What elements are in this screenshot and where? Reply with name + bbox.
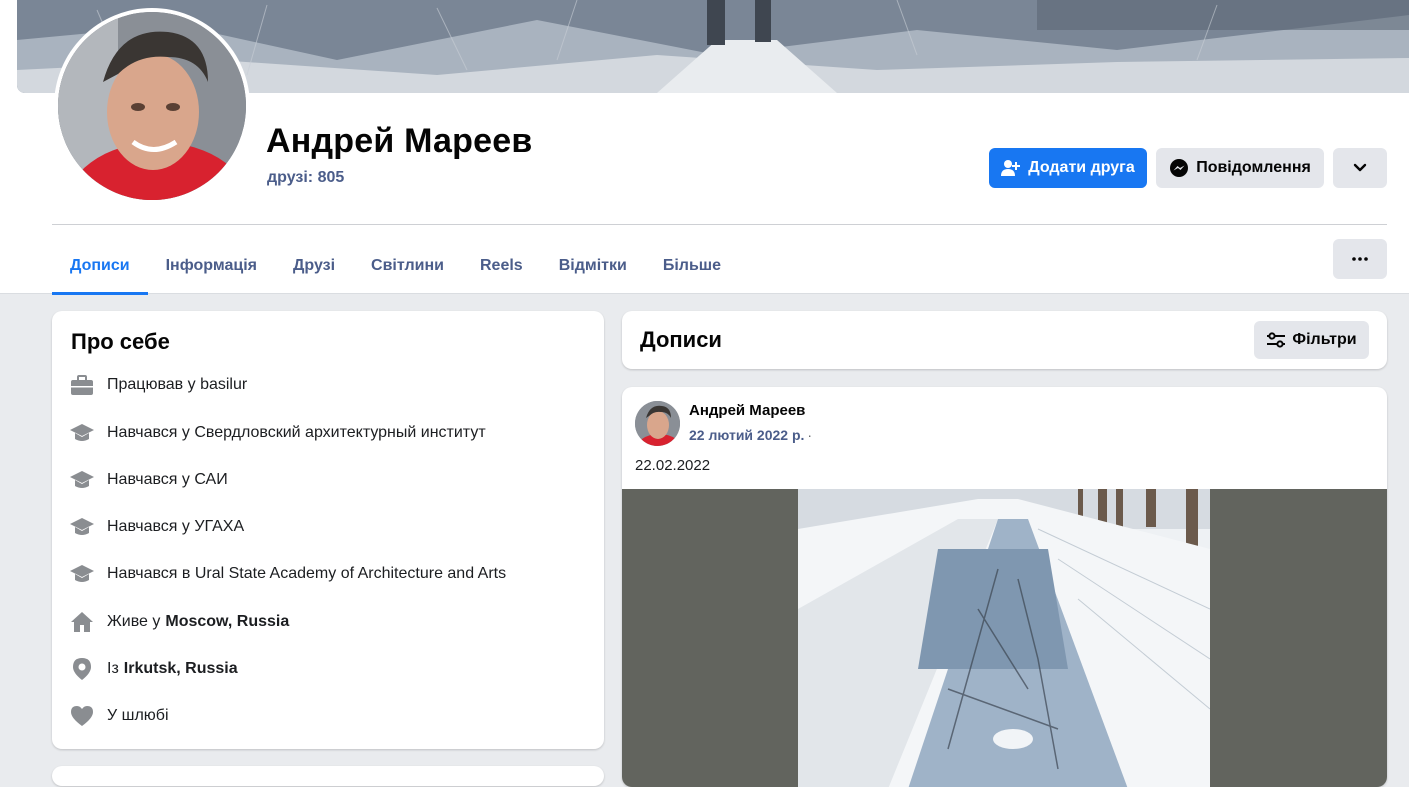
about-item-link[interactable]: Irkutsk, Russia: [124, 660, 238, 678]
next-card: [52, 766, 604, 786]
posts-title: Дописи: [640, 327, 722, 352]
about-item-text: Навчався у УГАХА: [107, 518, 245, 535]
graduation-cap-icon: [68, 560, 96, 588]
tab-photos[interactable]: Світлини: [353, 238, 462, 294]
tab-about[interactable]: Інформація: [148, 238, 275, 294]
tab-reels[interactable]: Reels: [462, 238, 541, 294]
about-item-education: Навчався в Ural State Academy of Archite…: [68, 560, 506, 588]
about-item-text: Навчався в Ural State Academy of Archite…: [107, 565, 507, 582]
about-item-text: Працював у basilur: [107, 376, 248, 393]
about-title: Про себе: [71, 329, 170, 354]
about-item-text: Живе у: [107, 613, 161, 630]
post-text: 22.02.2022: [635, 457, 711, 474]
message-label: Повідомлення: [1196, 159, 1311, 176]
profile-options-dropdown[interactable]: [1333, 148, 1387, 188]
about-card: Про себе Працював у basilur Навчався у С…: [52, 311, 604, 749]
graduation-cap-icon: [68, 513, 96, 541]
graduation-cap-icon: [68, 466, 96, 494]
about-item-education: Навчався у УГАХА: [68, 513, 244, 541]
friends-count-link[interactable]: друзі: 805: [267, 169, 344, 187]
home-icon: [68, 608, 96, 636]
chevron-down-icon: [1353, 163, 1367, 172]
profile-name: Андрей Мареев: [266, 122, 533, 160]
post-date-separator: ·: [807, 427, 813, 443]
about-item-text: Навчався у Свердловский архитектурный ин…: [107, 424, 486, 441]
filter-sliders-icon: [1267, 332, 1286, 348]
briefcase-icon: [68, 371, 96, 399]
about-item-education: Навчався у САИ: [68, 466, 228, 494]
heart-icon: [68, 702, 96, 730]
post-media-container[interactable]: [622, 489, 1387, 787]
profile-header: Андрей Мареев друзі: 805 Додати друга По…: [0, 0, 1409, 295]
filters-label: Фільтри: [1292, 331, 1357, 348]
location-pin-icon: [68, 655, 96, 683]
add-friend-icon: [1001, 160, 1021, 176]
about-item-relationship: У шлюбі: [68, 702, 169, 730]
avatar-photo: [58, 12, 246, 200]
about-item-text: Із: [107, 660, 119, 677]
ellipsis-icon: [1352, 257, 1368, 261]
about-item-work: Працював у basilur: [68, 371, 247, 399]
post-author-avatar[interactable]: [635, 401, 680, 446]
about-item-text: У шлюбі: [107, 707, 169, 724]
profile-tabs: Дописи Інформація Друзі Світлини Reels В…: [52, 238, 739, 295]
posts-header-card: Дописи Фільтри: [622, 311, 1387, 369]
post-timestamp[interactable]: 22 лютий 2022 р. ·: [689, 427, 812, 443]
add-friend-button[interactable]: Додати друга: [989, 148, 1147, 188]
tab-more[interactable]: Більше: [645, 238, 739, 294]
tab-friends[interactable]: Друзі: [275, 238, 353, 294]
profile-avatar[interactable]: [54, 8, 250, 204]
messenger-icon: [1170, 159, 1189, 177]
message-button[interactable]: Повідомлення: [1156, 148, 1324, 188]
filters-button[interactable]: Фільтри: [1254, 321, 1369, 359]
about-item-lives-in: Живе у Moscow, Russia: [68, 608, 289, 636]
about-item-education: Навчався у Свердловский архитектурный ин…: [68, 419, 486, 447]
more-options-button[interactable]: [1333, 239, 1387, 279]
post-card: Андрей Мареев 22 лютий 2022 р. · 22.02.20…: [622, 387, 1387, 787]
tab-mentions[interactable]: Відмітки: [541, 238, 645, 294]
post-photo[interactable]: [798, 489, 1210, 787]
header-divider: [52, 224, 1387, 225]
post-author-name[interactable]: Андрей Мареев: [689, 402, 805, 419]
tab-posts[interactable]: Дописи: [52, 238, 148, 295]
add-friend-label: Додати друга: [1028, 159, 1135, 176]
graduation-cap-icon: [68, 419, 96, 447]
about-item-link[interactable]: Moscow, Russia: [165, 613, 289, 631]
about-item-text: Навчався у САИ: [107, 471, 228, 488]
about-item-from: Із Irkutsk, Russia: [68, 655, 238, 683]
post-date-text: 22 лютий 2022 р.: [689, 427, 805, 443]
